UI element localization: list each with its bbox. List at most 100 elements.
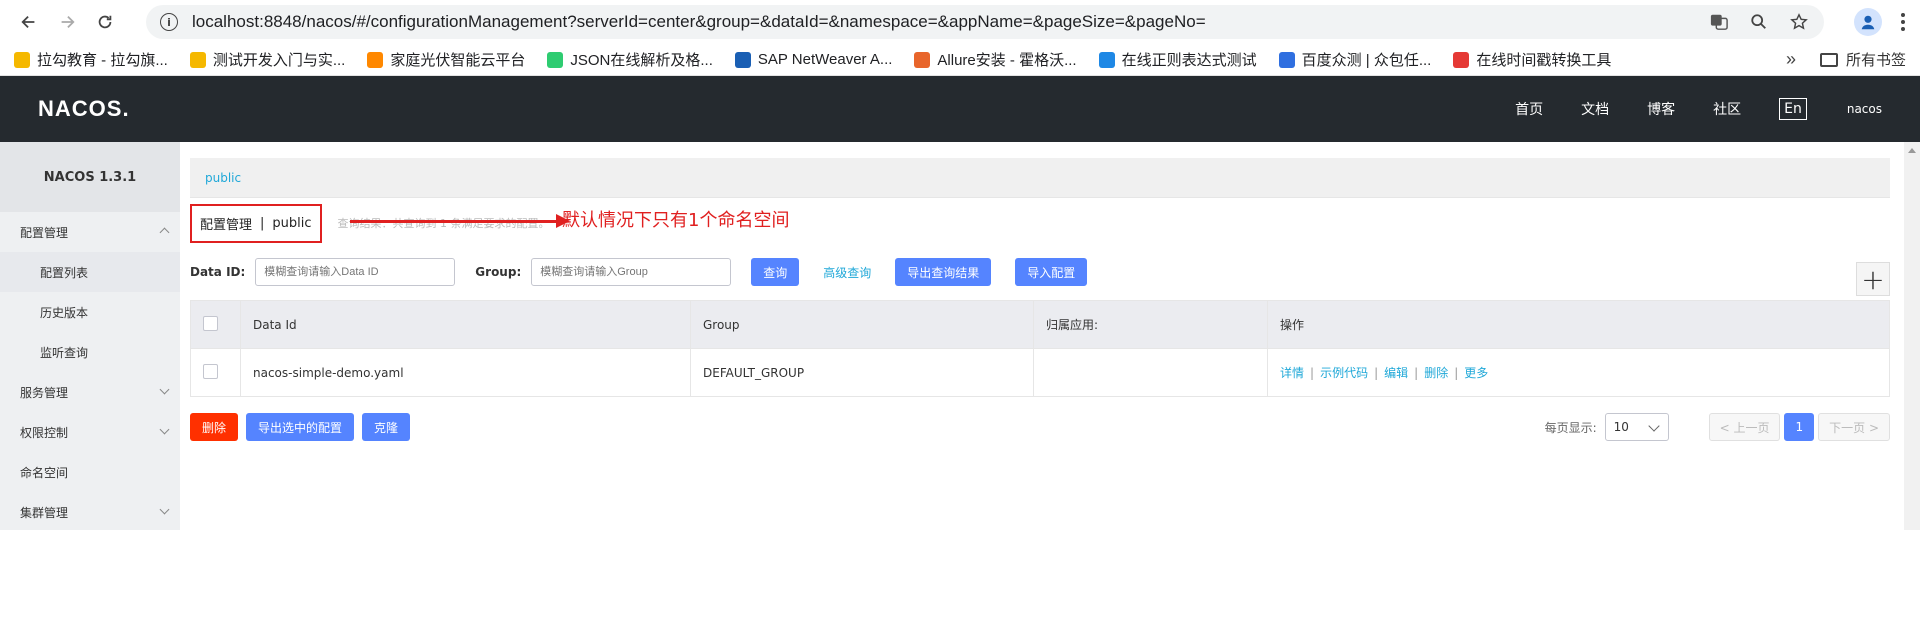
row-checkbox[interactable] [203,363,218,379]
delete-selected-button[interactable]: 删除 [190,413,239,441]
site-info-icon[interactable]: i [160,13,178,31]
column-header-app[interactable]: 归属应用: [1033,300,1268,349]
bookmark-item[interactable]: 在线正则表达式测试 [1098,49,1257,70]
zoom-icon[interactable] [1748,11,1770,33]
query-result-hint: 查询结果：共查询到 1 条满足要求的配置。 [337,217,550,230]
pagination: 每页显示: 10 < 上一页 1 下一页 > [1545,413,1890,441]
nacos-header: NACOS. 首页 文档 博客 社区 En nacos [0,76,1920,142]
sidebar-item-label: 命名空间 [20,465,69,480]
bookmark-label: Allure安装 - 霍格沃... [937,52,1077,69]
sidebar-item-label: 服务管理 [20,385,69,400]
bookmark-item[interactable]: 在线时间戳转换工具 [1453,49,1611,70]
column-header-dataid[interactable]: Data Id [240,300,691,349]
op-separator: | [1310,366,1315,380]
star-icon[interactable] [1788,11,1810,33]
chevron-up-icon [159,227,170,238]
bookmark-label: 测试开发入门与实... [212,52,346,69]
column-header-group[interactable]: Group [690,300,1034,349]
user-name[interactable]: nacos [1847,102,1882,116]
bookmark-item[interactable]: 测试开发入门与实... [189,49,346,70]
bookmark-label: 在线正则表达式测试 [1121,52,1257,69]
select-all-checkbox[interactable] [203,315,218,331]
nav-blog[interactable]: 博客 [1647,99,1675,119]
op-separator: | [1374,366,1379,380]
sidebar-item-listener-query[interactable]: 监听查询 [0,332,180,372]
nav-home[interactable]: 首页 [1515,99,1543,119]
sidebar-item-history[interactable]: 历史版本 [0,292,180,332]
translate-icon[interactable] [1708,11,1730,33]
annotation-arrow [350,214,570,228]
more-link[interactable]: 更多 [1464,366,1488,380]
nav-community[interactable]: 社区 [1713,99,1741,119]
back-icon[interactable] [14,7,44,37]
folder-icon [1819,52,1838,67]
op-separator: | [1454,366,1459,380]
bookmark-item[interactable]: Allure安装 - 霍格沃... [914,49,1077,70]
namespace-tabs: public [190,158,1890,198]
bookmark-item[interactable]: 拉勾教育 - 拉勾旗... [14,49,168,70]
edit-link[interactable]: 编辑 [1384,366,1408,380]
lagou-icon [189,51,206,68]
prev-page-button[interactable]: < 上一页 [1708,413,1781,441]
page-size-select[interactable]: 10 [1604,413,1669,441]
nav-docs[interactable]: 文档 [1581,99,1609,119]
delete-link[interactable]: 删除 [1424,366,1448,380]
bookmark-item[interactable]: 百度众测 | 众包任... [1278,49,1432,70]
forward-icon[interactable] [52,7,82,37]
page-title-highlight: 配置管理 | public [190,203,322,243]
annotation-text: 默认情况下只有1个命名空间 [562,210,790,231]
namespace-tab-public[interactable]: public [205,171,241,185]
export-selected-button[interactable]: 导出选中的配置 [246,413,355,441]
sidebar-item-service-management[interactable]: 服务管理 [0,372,180,412]
sidebar-item-label: 权限控制 [20,425,69,440]
all-bookmarks-button[interactable]: 所有书签 [1819,49,1906,70]
export-results-button[interactable]: 导出查询结果 [895,258,992,286]
cell-app [1033,348,1268,397]
query-button[interactable]: 查询 [751,258,800,286]
sidebar-item-namespace[interactable]: 命名空间 [0,452,180,492]
search-bar: Data ID: Group: 查询 高级查询 导出查询结果 导入配置 + [190,248,1890,296]
sidebar-item-cluster-management[interactable]: 集群管理 [0,492,180,532]
bookmark-item[interactable]: 家庭光伏智能云平台 [367,49,525,70]
current-page-button[interactable]: 1 [1784,413,1815,441]
sidebar-item-label: 历史版本 [40,305,89,320]
nacos-version: NACOS 1.3.1 [0,142,180,212]
add-config-icon[interactable]: + [1856,262,1890,296]
reload-icon[interactable] [90,7,120,37]
clone-button[interactable]: 克隆 [362,413,411,441]
main-content: public 配置管理 | public 查询结果：共查询到 1 条满足要求的配… [180,142,1920,530]
table-footer: 删除 导出选中的配置 克隆 每页显示: 10 < 上一页 1 下一页 > [190,397,1890,457]
bookmark-label: 百度众测 | 众包任... [1301,52,1432,69]
nacos-logo[interactable]: NACOS. [38,96,130,122]
browser-menu-icon[interactable] [1900,13,1906,31]
title-separator: | [260,215,265,231]
dataid-search-input[interactable] [255,258,456,286]
page-scrollbar[interactable] [1904,142,1920,530]
bookmarks-bar: 拉勾教育 - 拉勾旗... 测试开发入门与实... 家庭光伏智能云平台 JSON在线解… [0,44,1920,76]
next-page-button[interactable]: 下一页 > [1818,413,1890,441]
bookmark-item[interactable]: SAP NetWeaver A... [734,51,892,68]
bookmark-item[interactable]: JSON在线解析及格... [547,49,713,70]
sidebar-item-config-management[interactable]: 配置管理 [0,212,180,252]
browser-toolbar: i localhost:8848/nacos/#/configurationMa… [0,0,1920,44]
clock-icon [1453,51,1470,68]
sap-icon [734,51,751,68]
table-row: nacos-simple-demo.yaml DEFAULT_GROUP 详情 |… [190,348,1890,397]
language-switch-button[interactable]: En [1779,98,1807,120]
address-bar[interactable]: i localhost:8848/nacos/#/configurationMa… [146,5,1824,39]
sidebar-item-config-list[interactable]: 配置列表 [0,252,180,292]
sample-code-link[interactable]: 示例代码 [1320,366,1368,380]
sidebar-item-access-control[interactable]: 权限控制 [0,412,180,452]
url-text[interactable]: localhost:8848/nacos/#/configurationMana… [192,12,1698,32]
page-title-row: 配置管理 | public 查询结果：共查询到 1 条满足要求的配置。 默认情况… [190,198,1890,248]
more-bookmarks-button[interactable]: » [1786,49,1796,70]
allure-icon [914,51,931,68]
details-link[interactable]: 详情 [1280,366,1304,380]
chevron-down-icon [159,384,170,395]
import-config-button[interactable]: 导入配置 [1015,258,1088,286]
profile-avatar-icon[interactable] [1854,8,1882,36]
cell-dataid: nacos-simple-demo.yaml [240,348,691,397]
group-label: Group: [475,265,522,279]
advanced-query-link[interactable]: 高级查询 [823,264,871,281]
group-search-input[interactable] [531,258,732,286]
